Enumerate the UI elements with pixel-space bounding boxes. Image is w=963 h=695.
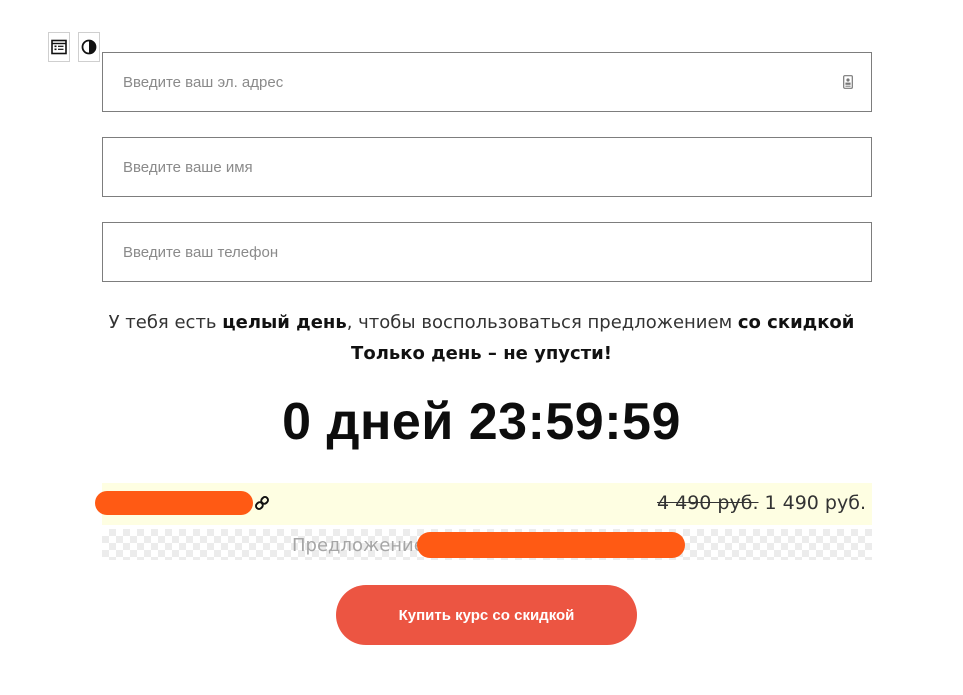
- offer-row: Предложение: [102, 529, 872, 560]
- offer-urgency-text: Только день – не упусти!: [351, 343, 612, 364]
- phone-placeholder: Введите ваш телефон: [123, 243, 279, 261]
- email-placeholder: Введите ваш эл. адрес: [123, 73, 284, 91]
- redaction-mark: [417, 532, 685, 558]
- name-placeholder: Введите ваше имя: [123, 158, 253, 176]
- contrast-toggle-button[interactable]: [78, 32, 100, 62]
- name-field[interactable]: Введите ваше имя: [102, 137, 872, 197]
- phone-field[interactable]: Введите ваш телефон: [102, 222, 872, 282]
- list-icon: [51, 39, 67, 55]
- old-price: 4 490 руб.: [657, 492, 759, 514]
- link-icon[interactable]: [254, 495, 270, 516]
- countdown-timer: 0 дней 23:59:59: [282, 393, 681, 451]
- price-block: 4 490 руб. 1 490 руб.: [657, 492, 866, 514]
- contrast-icon: [81, 39, 97, 55]
- email-field[interactable]: Введите ваш эл. адрес: [102, 52, 872, 112]
- offer-label: Предложение: [292, 535, 425, 556]
- list-view-button[interactable]: [48, 32, 70, 62]
- offer-text-bold2: со скидкой: [737, 312, 855, 333]
- offer-text-part1: У тебя есть: [108, 312, 223, 333]
- offer-text-bold1: целый день: [222, 312, 347, 333]
- offer-text: У тебя есть целый день, чтобы воспользов…: [0, 312, 963, 333]
- product-row: р 4 490 руб.1 490 руб.: [95, 483, 872, 525]
- contact-card-icon[interactable]: [843, 75, 853, 93]
- redaction-mark: [95, 491, 253, 515]
- product-name-area: р: [95, 483, 272, 525]
- buy-course-button[interactable]: Купить курс со скидкой: [336, 585, 637, 645]
- new-price: 1 490 руб.: [764, 492, 867, 514]
- offer-text-part2: , чтобы воспользоваться предложением: [346, 312, 738, 333]
